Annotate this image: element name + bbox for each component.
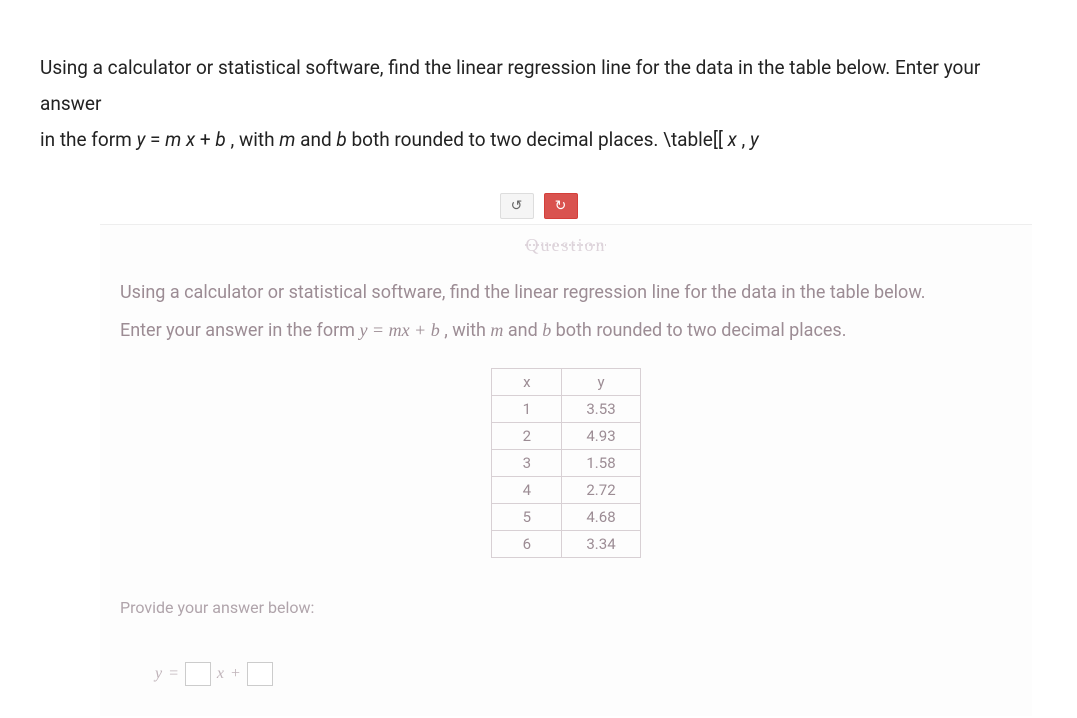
var-b: b — [336, 128, 346, 151]
embedded-panel: Question Using a calculator or statistic… — [100, 224, 1032, 716]
question-mid: , with — [231, 128, 280, 151]
question-line2-pre: in the form — [40, 128, 137, 151]
undo-icon: ↺ — [511, 198, 523, 214]
cell-y: 3.34 — [562, 530, 640, 557]
embedded-post: both rounded to two decimal places. — [556, 320, 847, 341]
answer-prompt: Provide your answer below: — [120, 598, 1012, 617]
header-x: x — [492, 368, 562, 395]
embedded-m: m — [490, 320, 503, 340]
tail-x: x — [728, 128, 737, 151]
embedded-line1: Using a calculator or statistical softwa… — [120, 282, 926, 303]
cell-y: 3.53 — [562, 395, 640, 422]
embedded-header: Question — [120, 235, 1012, 256]
data-table: x y 1 3.53 2 4.93 3 1.58 4 — [491, 368, 640, 558]
answer-eq: = — [168, 665, 179, 683]
cell-x: 3 — [492, 449, 562, 476]
table-row: 5 4.68 — [492, 503, 640, 530]
eq-x: x — [186, 128, 195, 151]
cell-x: 5 — [492, 503, 562, 530]
cell-y: 4.93 — [562, 422, 640, 449]
embedded-b: b — [542, 320, 551, 340]
var-m: m — [279, 128, 295, 151]
answer-y: y — [155, 665, 162, 683]
embedded-mid: , with — [444, 320, 490, 341]
answer-x: x — [217, 665, 224, 683]
page-container: Using a calculator or statistical softwa… — [0, 0, 1077, 716]
table-row: 6 3.34 — [492, 530, 640, 557]
question-post: both rounded to two decimal places. \tab… — [351, 128, 722, 151]
tail-y: y — [750, 128, 759, 151]
embedded-and: and — [508, 320, 542, 341]
cell-x: 2 — [492, 422, 562, 449]
question-text: Using a calculator or statistical softwa… — [40, 50, 1037, 158]
redo-icon: ↻ — [555, 198, 567, 214]
table-header-row: x y — [492, 368, 640, 395]
slope-input[interactable] — [185, 662, 211, 686]
answer-line: y = x + — [120, 662, 1012, 686]
answer-plus: + — [230, 665, 241, 683]
cell-x: 6 — [492, 530, 562, 557]
header-y: y — [562, 368, 640, 395]
comma: , — [742, 128, 750, 151]
cell-x: 1 — [492, 395, 562, 422]
intercept-input[interactable] — [247, 662, 273, 686]
eq-y: y — [137, 128, 146, 151]
embedded-line2-pre: Enter your answer in the form — [120, 320, 359, 341]
eq-b: b — [215, 128, 225, 151]
eq-plus: + — [200, 128, 216, 151]
and-text: and — [300, 128, 336, 151]
question-line1: Using a calculator or statistical softwa… — [40, 56, 980, 115]
table-row: 3 1.58 — [492, 449, 640, 476]
undo-button[interactable]: ↺ — [500, 193, 534, 219]
redo-button[interactable]: ↻ — [544, 193, 578, 219]
cell-x: 4 — [492, 476, 562, 503]
cell-y: 2.72 — [562, 476, 640, 503]
table-row: 4 2.72 — [492, 476, 640, 503]
button-row: ↺ ↻ — [40, 193, 1037, 219]
table-row: 1 3.53 — [492, 395, 640, 422]
cell-y: 1.58 — [562, 449, 640, 476]
eq-equals: = — [150, 128, 165, 151]
cell-y: 4.68 — [562, 503, 640, 530]
embedded-eq: y = mx + b — [359, 320, 439, 340]
embedded-text: Using a calculator or statistical softwa… — [120, 274, 1012, 350]
eq-m: m — [165, 128, 181, 151]
table-row: 2 4.93 — [492, 422, 640, 449]
